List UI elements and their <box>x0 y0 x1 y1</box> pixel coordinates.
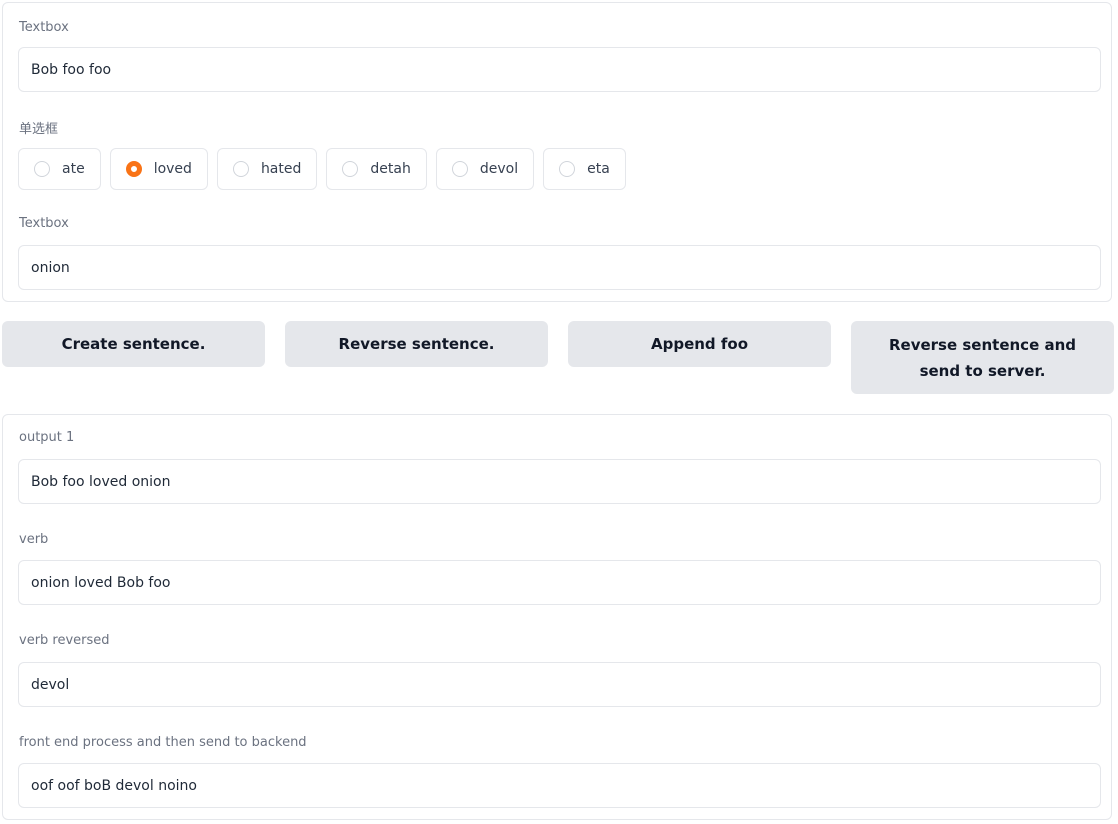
radio-option-label: hated <box>260 161 302 177</box>
verb-field[interactable]: onion loved Bob foo <box>18 560 1101 605</box>
radio-circle-icon <box>451 161 468 177</box>
radio-circle-icon <box>232 161 249 177</box>
outputs-panel: output 1 Bob foo loved onion verb onion … <box>2 414 1112 820</box>
textbox1-input[interactable]: Bob foo foo <box>18 47 1101 92</box>
textbox2-label: Textbox <box>19 216 69 231</box>
append-foo-button[interactable]: Append foo <box>568 321 831 367</box>
radio-circle-icon <box>342 161 359 177</box>
radio-option-eta[interactable]: eta <box>543 148 626 190</box>
radio-option-label: ate <box>62 161 85 177</box>
radio-option-ate[interactable]: ate <box>18 148 101 190</box>
radio-option-label: loved <box>153 161 192 177</box>
output1-field[interactable]: Bob foo loved onion <box>18 459 1101 504</box>
frontend-field[interactable]: oof oof boB devol noino <box>18 763 1101 808</box>
textbox2-input[interactable]: onion <box>18 245 1101 290</box>
create-sentence-button[interactable]: Create sentence. <box>2 321 265 367</box>
verb-reversed-label: verb reversed <box>19 633 110 648</box>
radio-circle-icon <box>34 161 50 177</box>
inputs-panel: Textbox Bob foo foo 单选框 ate loved hated … <box>2 2 1112 302</box>
reverse-sentence-button[interactable]: Reverse sentence. <box>285 321 548 367</box>
output1-label: output 1 <box>19 430 75 445</box>
radio-circle-icon <box>559 161 576 177</box>
radio-option-label: eta <box>587 161 610 177</box>
verb-reversed-field[interactable]: devol <box>18 662 1101 707</box>
frontend-label: front end process and then send to backe… <box>19 735 307 750</box>
radio-option-label: devol <box>479 161 519 177</box>
verb-label: verb <box>19 532 49 547</box>
radio-option-detah[interactable]: detah <box>326 148 427 190</box>
radio-option-devol[interactable]: devol <box>435 148 535 190</box>
radio-group: ate loved hated detah devol eta <box>18 148 626 190</box>
radio-group-label: 单选框 <box>19 122 59 137</box>
textbox1-label: Textbox <box>19 20 69 35</box>
radio-selected-icon <box>125 161 142 177</box>
radio-option-hated[interactable]: hated <box>216 148 318 190</box>
radio-option-loved[interactable]: loved <box>109 148 208 190</box>
reverse-and-send-button[interactable]: Reverse sentence and send to server. <box>851 321 1114 394</box>
radio-option-label: detah <box>370 161 411 177</box>
